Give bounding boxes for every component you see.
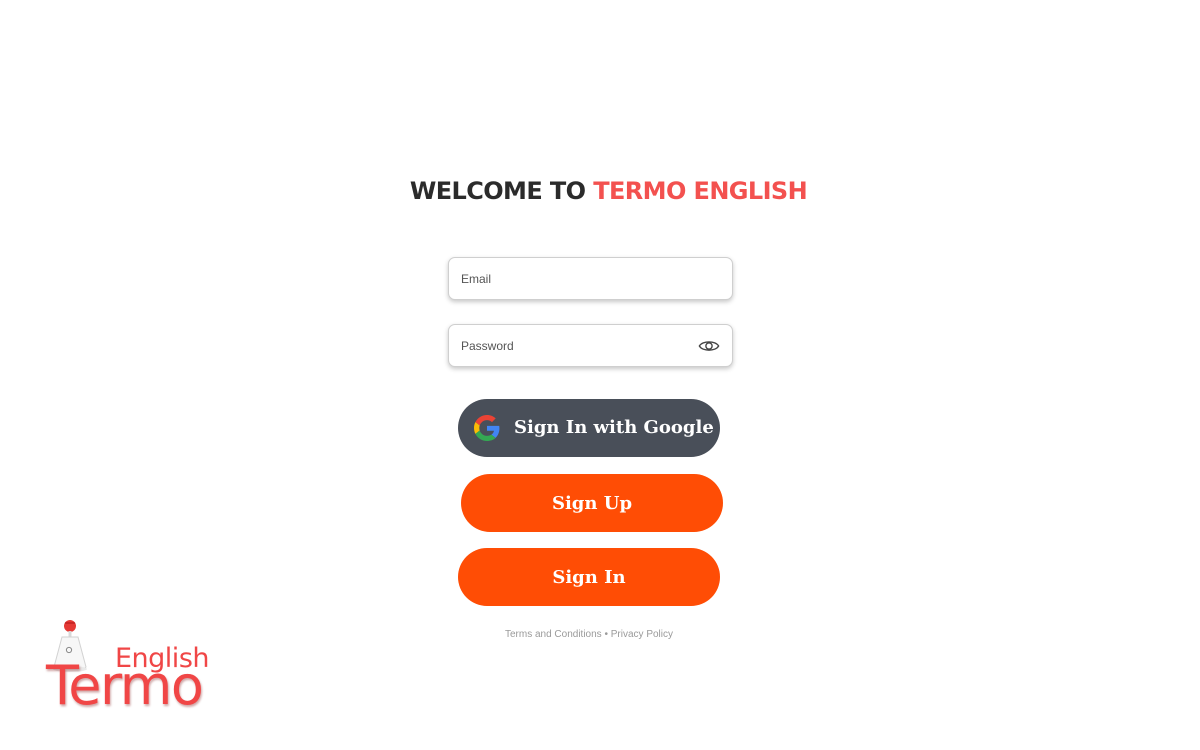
sign-up-button[interactable]: Sign Up [461, 474, 723, 532]
title-brand: TERMO ENGLISH [593, 177, 808, 205]
footer-separator: • [604, 629, 608, 640]
google-icon [474, 415, 500, 441]
email-field-container [448, 257, 733, 300]
email-input[interactable] [449, 258, 732, 299]
sign-in-button[interactable]: Sign In [458, 548, 720, 606]
password-input[interactable] [449, 325, 732, 366]
logo-termo-word: Termo [46, 654, 204, 717]
eye-icon[interactable] [698, 337, 720, 355]
title-prefix: WELCOME TO [409, 177, 586, 205]
google-button-label: Sign In with Google [514, 417, 714, 438]
privacy-link[interactable]: Privacy Policy [611, 629, 673, 640]
terms-link[interactable]: Terms and Conditions [505, 629, 602, 640]
password-field-container [448, 324, 733, 367]
google-sign-in-button[interactable]: Sign In with Google [458, 399, 720, 457]
termo-english-logo: English Termo [40, 615, 215, 720]
page-title: WELCOME TO TERMO ENGLISH [0, 177, 1200, 205]
